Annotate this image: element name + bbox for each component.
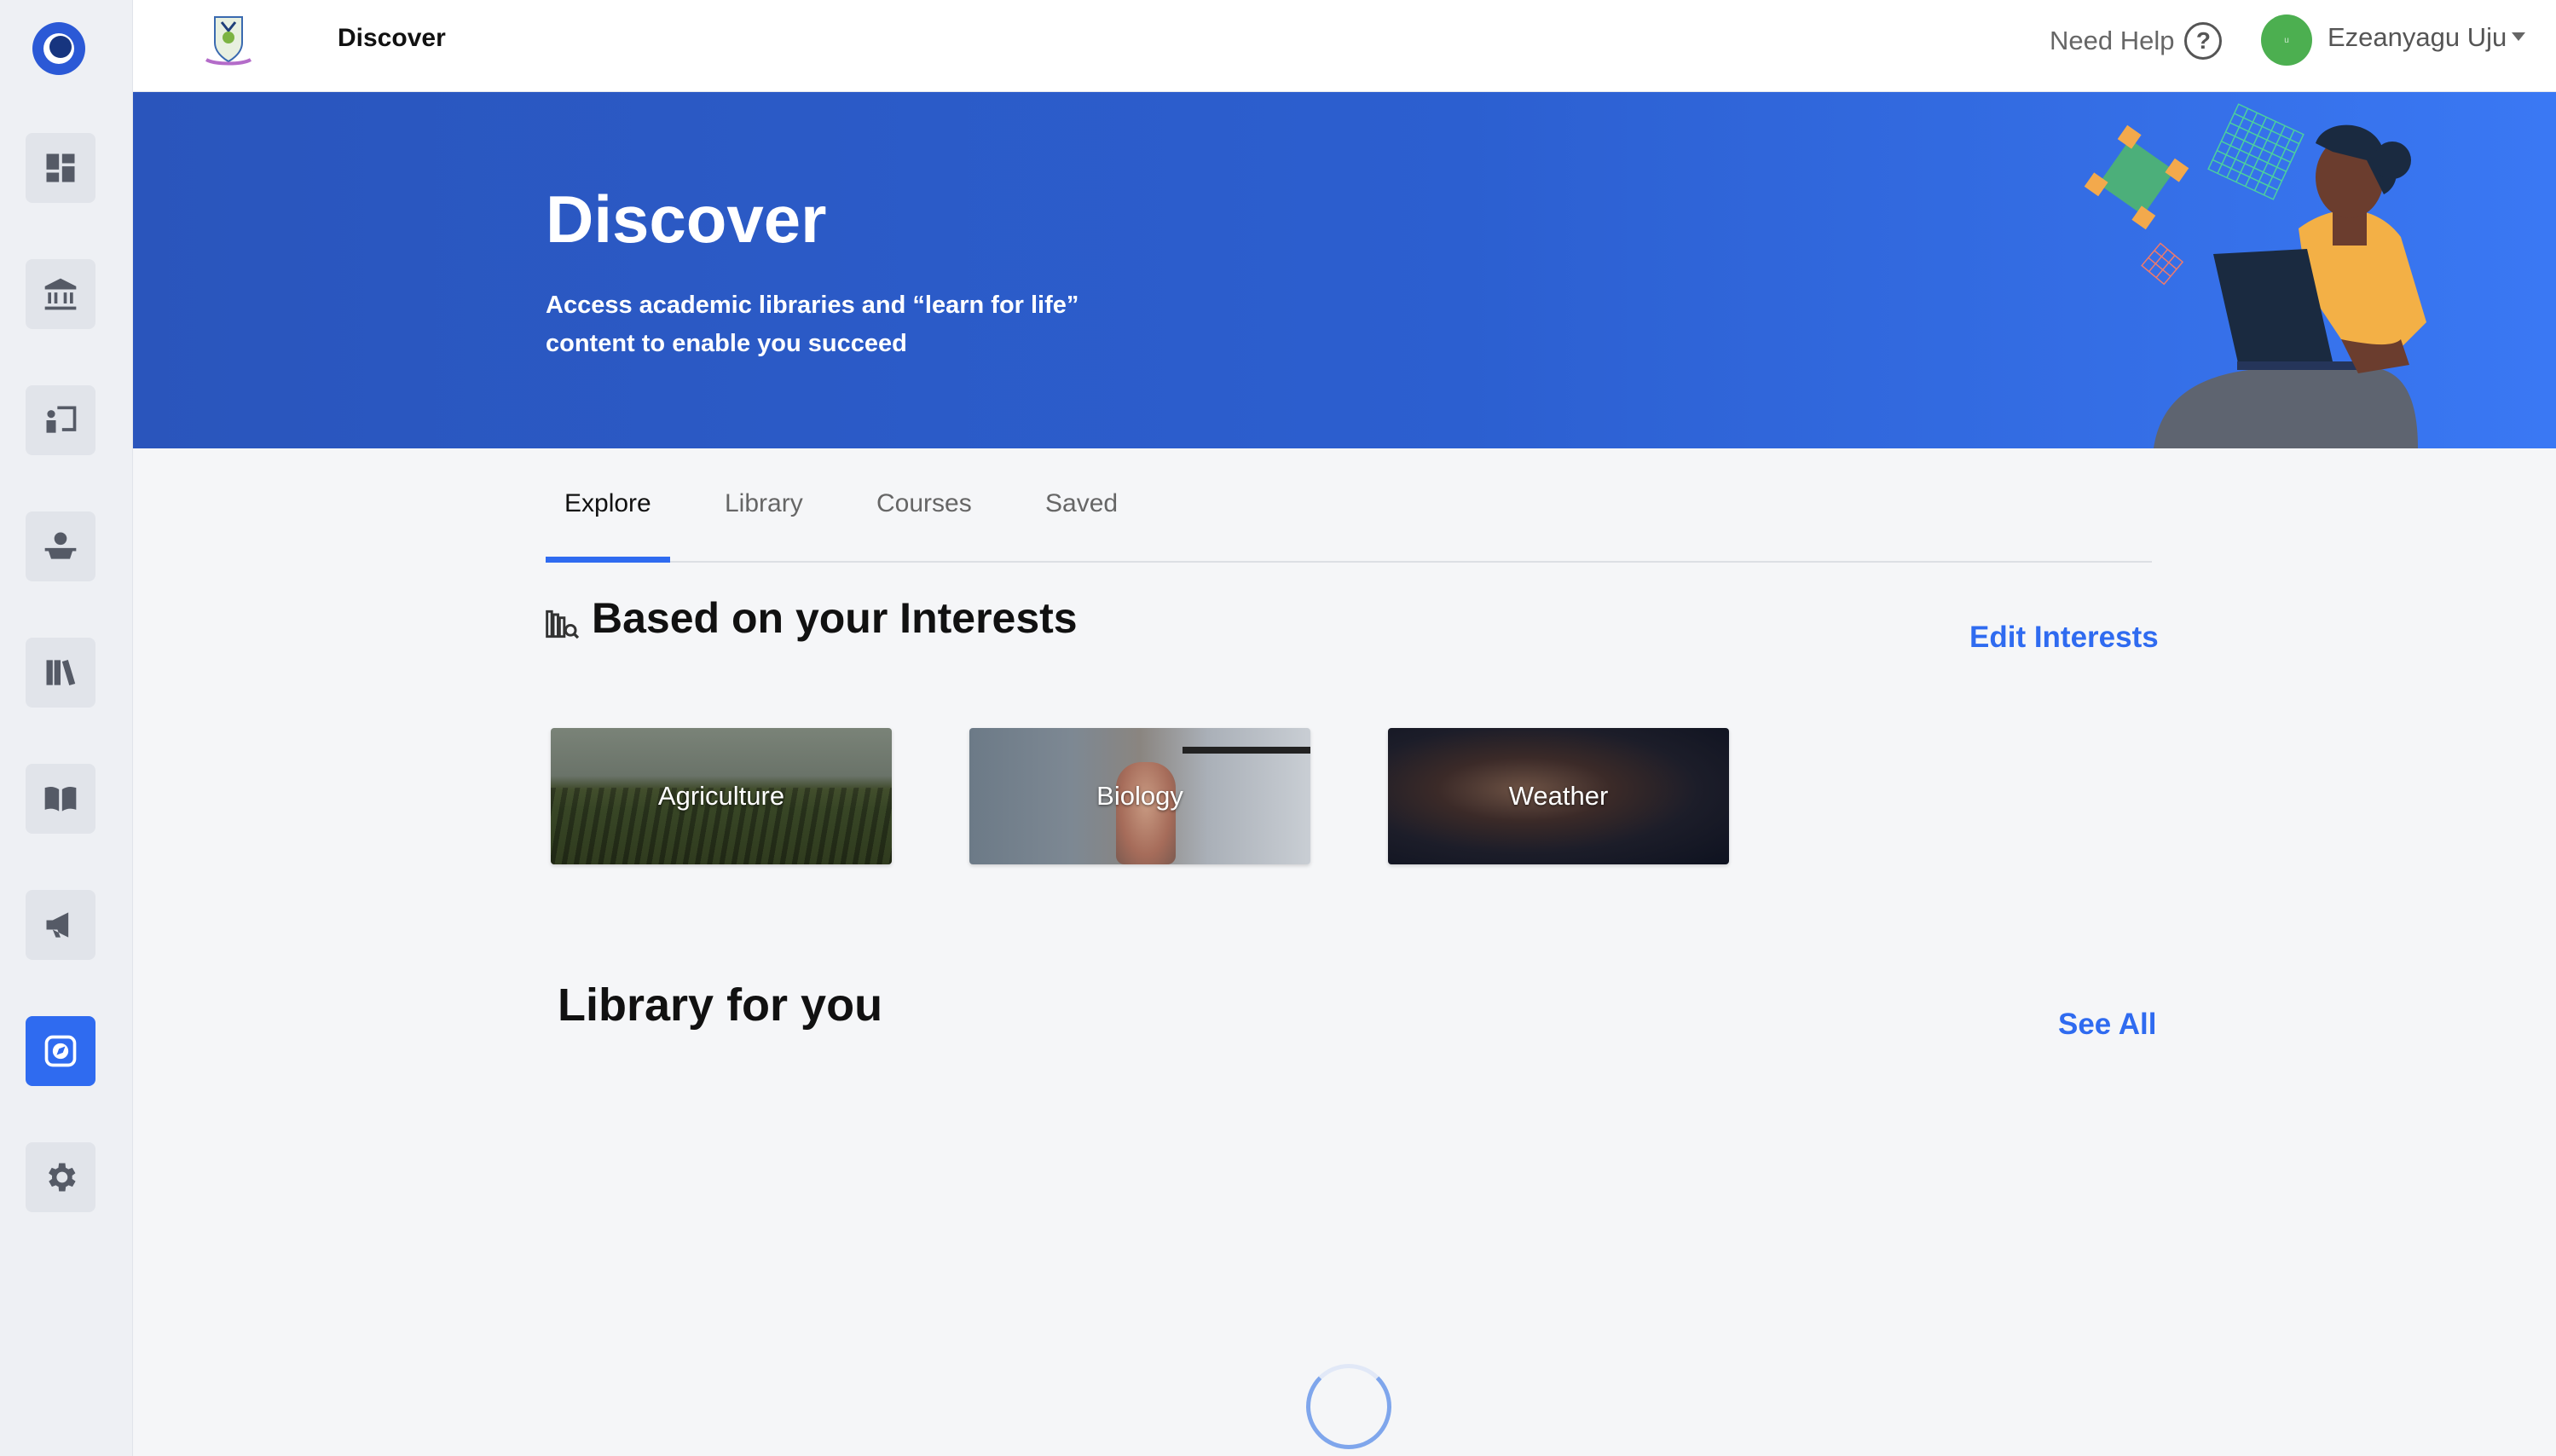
woman-with-laptop-illustration <box>2084 103 2426 448</box>
bank-icon <box>44 278 77 310</box>
compass-icon <box>44 1035 77 1067</box>
active-tab-indicator <box>546 557 670 563</box>
sidebar-item-reading[interactable] <box>26 764 95 834</box>
avatar-initial: u <box>2284 35 2289 45</box>
tab-library[interactable]: Library <box>725 489 803 518</box>
page-title: Discover <box>338 24 446 52</box>
interest-card-weather[interactable]: Weather <box>1388 728 1729 864</box>
discover-tabs: Explore Library Courses Saved <box>546 479 2152 563</box>
hero-banner: Discover Access academic libraries and “… <box>133 92 2556 448</box>
loading-spinner <box>1306 1364 1391 1449</box>
megaphone-icon <box>46 912 69 938</box>
top-bar: Discover Need Help ? u Ezeanyagu Uju <box>133 0 2556 92</box>
sidebar-item-dashboard[interactable] <box>26 133 95 203</box>
interest-card-biology[interactable]: Biology <box>969 728 1310 864</box>
question-circle-icon: ? <box>2184 22 2223 60</box>
user-name[interactable]: Ezeanyagu Uju <box>2328 22 2507 53</box>
gear-icon <box>49 1163 76 1192</box>
see-all-link[interactable]: See All <box>2058 1008 2156 1042</box>
library-search-icon <box>546 610 580 639</box>
tab-saved[interactable]: Saved <box>1045 489 1118 518</box>
interests-heading: Based on your Interests <box>592 594 1078 642</box>
sidebar-item-announcements[interactable] <box>26 890 95 960</box>
banner-subtitle: Access academic libraries and “learn for… <box>546 292 1079 357</box>
interest-card-label: Weather <box>1508 781 1609 811</box>
sidebar-item-classroom[interactable] <box>26 385 95 455</box>
sidebar <box>0 0 133 1456</box>
sidebar-item-library[interactable] <box>26 638 95 708</box>
tab-explore[interactable]: Explore <box>564 489 651 518</box>
interest-card-label: Agriculture <box>657 781 785 811</box>
sidebar-item-settings[interactable] <box>26 1142 95 1212</box>
open-book-icon <box>44 786 77 812</box>
teacher-board-icon <box>46 406 77 433</box>
school-crest-logo <box>205 16 252 66</box>
sidebar-item-institution[interactable] <box>26 259 95 329</box>
books-icon <box>46 659 76 686</box>
need-help-label: Need Help <box>2050 26 2175 55</box>
chevron-down-icon[interactable] <box>2512 32 2525 41</box>
banner-title: Discover <box>546 182 827 257</box>
sidebar-item-discover[interactable] <box>26 1016 95 1086</box>
dashboard-icon <box>46 153 75 182</box>
student-icon <box>44 532 77 559</box>
app-logo[interactable] <box>32 22 85 75</box>
sidebar-item-students[interactable] <box>26 511 95 581</box>
library-heading: Library for you <box>558 979 883 1031</box>
interest-card-label: Biology <box>1096 781 1183 811</box>
avatar[interactable]: u <box>2261 14 2312 66</box>
tab-courses[interactable]: Courses <box>876 489 972 518</box>
interest-card-agriculture[interactable]: Agriculture <box>551 728 892 864</box>
need-help-button[interactable]: Need Help ? <box>2050 22 2223 60</box>
edit-interests-link[interactable]: Edit Interests <box>1969 621 2159 655</box>
